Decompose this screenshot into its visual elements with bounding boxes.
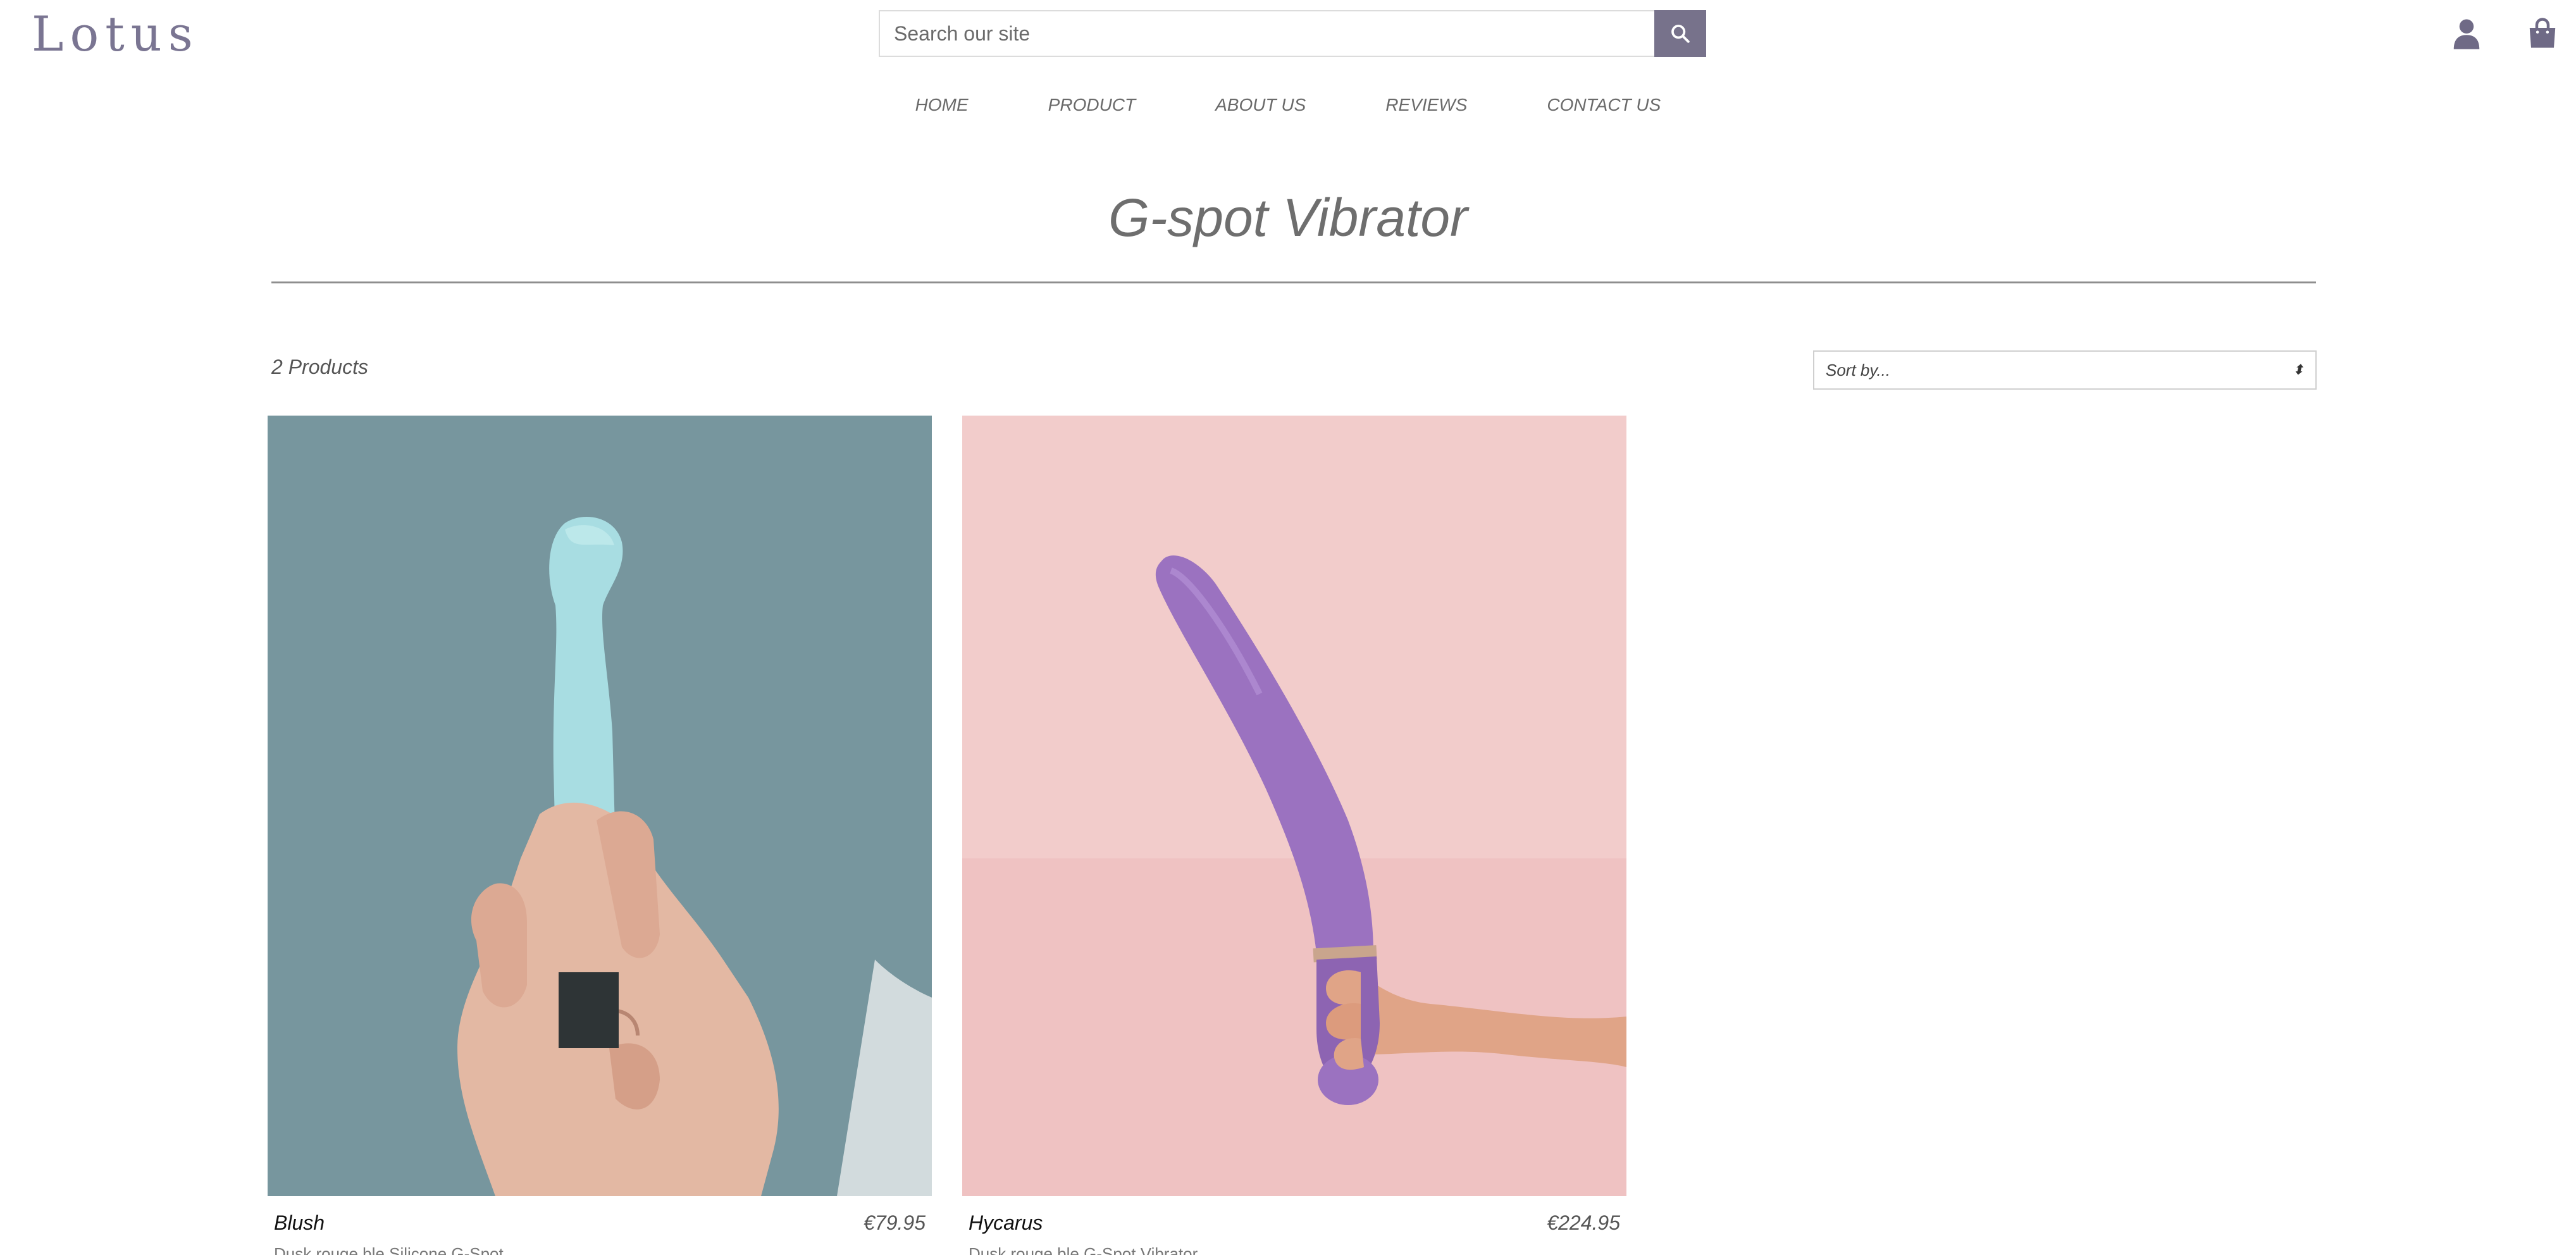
product-info: Hycarus €224.95 [962,1208,1626,1238]
search-input[interactable] [879,10,1654,57]
product-card[interactable]: Hycarus €224.95 Dusk rouge ble G-Spot Vi… [962,416,1626,1255]
search-icon [1671,25,1690,43]
product-price: €224.95 [1547,1211,1620,1234]
sort-dropdown[interactable]: Sort by... ⬍ [1813,350,2317,390]
product-name[interactable]: Blush [274,1211,325,1235]
sort-label: Sort by... [1826,360,1891,380]
product-image[interactable] [268,416,932,1196]
product-card[interactable]: Blush €79.95 Dusk rouge ble Silicone G-S… [268,416,932,1255]
nav-item-home[interactable]: HOME [915,95,969,115]
shopping-bag-icon [2529,18,2556,48]
nav-item-product[interactable]: PRODUCT [1048,95,1136,115]
search-button[interactable] [1654,10,1706,57]
product-subtitle: Dusk rouge ble G-Spot Vibrator [969,1244,1198,1255]
sort-arrows-icon: ⬍ [2292,362,2304,378]
product-price: €79.95 [864,1211,926,1234]
main-nav: HOME PRODUCT ABOUT US REVIEWS CONTACT US [0,95,2576,115]
product-info: Blush €79.95 [268,1208,932,1238]
site-logo[interactable]: Lotus [32,3,199,66]
nav-item-about-us[interactable]: ABOUT US [1215,95,1306,115]
product-image[interactable] [962,416,1626,1196]
cart-button[interactable] [2525,16,2560,51]
account-button[interactable] [2449,16,2484,51]
nav-item-reviews[interactable]: REVIEWS [1385,95,1467,115]
user-icon [2453,19,2480,49]
product-name[interactable]: Hycarus [969,1211,1043,1235]
search-bar [879,10,1706,57]
nav-item-contact-us[interactable]: CONTACT US [1547,95,1661,115]
title-divider [271,281,2316,283]
product-count: 2 Products [271,355,368,378]
product-subtitle: Dusk rouge ble Silicone G-Spot [274,1244,504,1255]
page-title: G-spot Vibrator [1108,188,1468,247]
